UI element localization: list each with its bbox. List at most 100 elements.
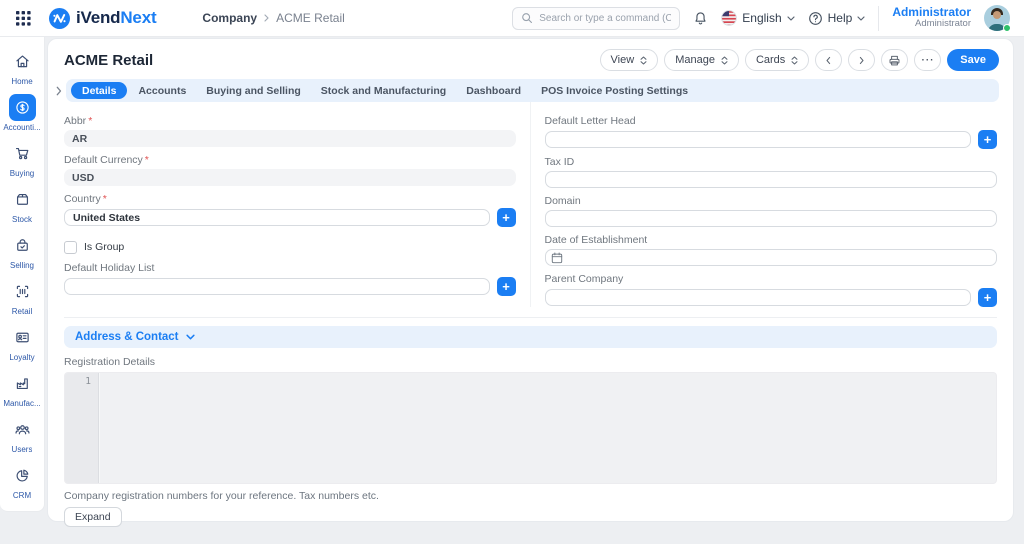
plus-icon: + [983,131,992,147]
more-menu-button[interactable]: ⋯ [914,49,942,71]
sidebar-item-buying[interactable]: Buying [0,140,45,186]
sidebar-expand-chevron[interactable] [52,86,65,96]
plus-icon: + [502,209,510,225]
tab-dashboard[interactable]: Dashboard [457,79,530,102]
view-button[interactable]: View [599,49,659,71]
sort-chevrons-icon [640,55,647,65]
print-button[interactable] [881,49,909,71]
users-icon [9,416,36,443]
default-holiday-list-input[interactable] [64,278,490,295]
abbr-input[interactable]: AR [64,130,516,147]
sidebar-item-crm[interactable]: CRM [0,462,45,508]
user-name: Administrator [892,4,971,19]
help-icon [808,11,823,26]
stock-box-icon [9,186,36,213]
brand-logo-icon [49,7,70,29]
tab-accounts[interactable]: Accounts [129,79,195,102]
domain-input[interactable] [544,210,997,227]
manage-button[interactable]: Manage [664,49,739,71]
sidebar-item-stock[interactable]: Stock [0,186,45,232]
help-menu[interactable]: Help [808,11,866,26]
save-button[interactable]: Save [947,49,999,71]
field-abbr: Abbr * AR [64,115,516,147]
default-letter-head-input[interactable] [544,131,971,148]
ellipsis-icon: ⋯ [920,52,935,67]
sidebar-item-home[interactable]: Home [0,48,45,94]
us-flag-icon [721,10,738,26]
plus-icon: + [983,289,992,305]
section-address-and-contact[interactable]: Address & Contact [64,326,997,348]
breadcrumb-current[interactable]: ACME Retail [276,11,345,25]
prev-document-button[interactable] [815,49,843,71]
buying-cart-icon [9,140,36,167]
app-grid-icon[interactable] [16,10,31,26]
tax-id-input[interactable] [544,171,997,188]
chevron-left-icon [826,56,831,64]
field-tax-id: Tax ID [544,156,997,188]
language-selector[interactable]: English [721,10,795,26]
tab-details[interactable]: Details [71,82,128,99]
next-document-button[interactable] [848,49,876,71]
parent-company-input[interactable] [544,289,971,306]
default-currency-input[interactable]: USD [64,169,516,186]
document-toolbar: View Manage Cards ⋯ Save [599,49,999,71]
field-default-letter-head: Default Letter Head + [544,115,997,149]
editor-content[interactable] [99,373,996,483]
field-date-of-establishment: Date of Establishment [544,234,997,266]
module-sidebar: Home Accounti... Buying Stock Selling Re… [0,37,45,512]
global-search[interactable] [512,6,681,30]
accounting-icon [8,94,36,121]
breadcrumb: Company ACME Retail [202,11,344,25]
add-holiday-list-button[interactable]: + [496,277,516,296]
sidebar-item-loyalty[interactable]: Loyalty [0,324,45,370]
plus-icon: + [502,278,510,294]
registration-details-editor[interactable]: 1 [64,372,997,484]
chevron-right-icon [264,14,269,22]
expand-button[interactable]: Expand [64,507,122,527]
field-country: Country * United States + [64,193,516,227]
page-title: ACME Retail [64,51,154,69]
details-section: Abbr * AR Default Currency * USD Country * … [64,102,997,318]
app-header: iVendNext Company ACME Retail Search or … [0,0,1024,37]
help-label: Help [827,11,853,25]
search-input[interactable] [539,12,672,24]
sidebar-item-users[interactable]: Users [0,416,45,462]
language-label: English [742,11,782,25]
selling-bag-icon [9,232,36,259]
retail-barcode-icon [9,278,36,305]
notifications-bell-icon[interactable] [693,11,708,26]
tab-stock-and-manufacturing[interactable]: Stock and Manufacturing [312,79,455,102]
breadcrumb-parent[interactable]: Company [202,11,257,25]
date-of-establishment-input[interactable] [544,249,997,266]
user-menu[interactable]: Administrator Administrator [892,4,971,31]
field-default-currency: Default Currency * USD [64,154,516,186]
home-icon [9,48,36,75]
sidebar-item-accounting[interactable]: Accounti... [0,94,45,140]
brand-logo[interactable]: iVendNext [49,7,157,29]
user-role: Administrator [915,18,971,30]
document-card: ACME Retail View Manage Cards ⋯ Save Det… [47,38,1014,527]
is-group-checkbox[interactable] [64,240,77,254]
sort-chevrons-icon [791,55,798,65]
field-parent-company: Parent Company + [544,273,997,307]
field-is-group[interactable]: Is Group [64,239,516,255]
add-country-button[interactable]: + [496,208,516,227]
brand-name: iVendNext [76,8,157,27]
form-tabs: Details Accounts Buying and Selling Stoc… [66,79,999,102]
country-input[interactable]: United States [64,209,490,226]
online-status-dot [1003,24,1011,32]
tab-pos-invoice-posting-settings[interactable]: POS Invoice Posting Settings [532,79,697,102]
tab-buying-and-selling[interactable]: Buying and Selling [197,79,310,102]
add-letter-head-button[interactable]: + [978,130,997,149]
user-avatar[interactable] [984,5,1011,32]
add-parent-company-button[interactable]: + [978,288,997,307]
sidebar-item-selling[interactable]: Selling [0,232,45,278]
cards-button[interactable]: Cards [744,49,810,71]
sidebar-item-retail[interactable]: Retail [0,278,45,324]
loyalty-card-icon [9,324,36,351]
chevron-right-icon [860,56,864,64]
sidebar-item-manufacturing[interactable]: Manufac... [0,370,45,416]
registration-help-text: Company registration numbers for your re… [64,490,379,502]
required-marker: * [88,115,93,127]
editor-line-numbers: 1 [65,373,99,483]
